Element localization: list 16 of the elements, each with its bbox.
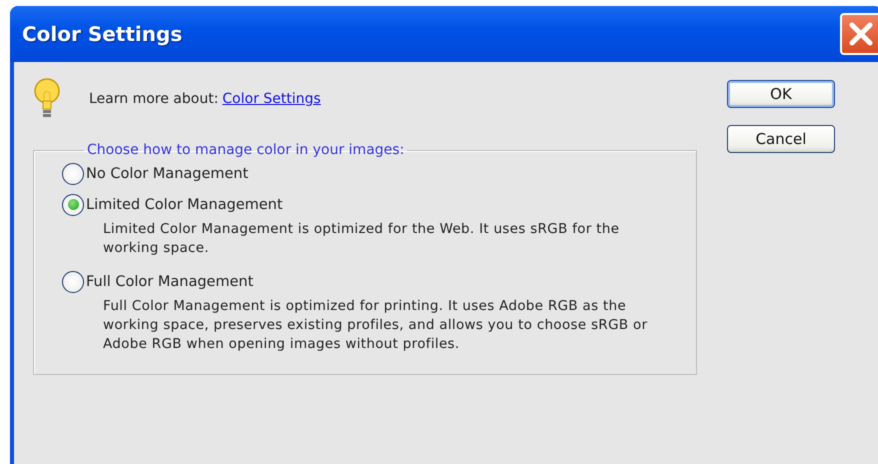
option-description: Limited Color Management is optimized for the Web. It uses sRGB for the working space. — [103, 220, 620, 258]
close-button[interactable] — [840, 13, 878, 55]
option-label: No Color Management — [86, 166, 248, 182]
ok-button[interactable]: OK — [727, 80, 835, 108]
learn-more-text: Learn more about: Color Settings — [89, 91, 321, 107]
option-description: Full Color Management is optimized for printing. It uses Adobe RGB as the working space, preserves existing profiles, and allows you to choose sRGB or Adobe RGB when opening images without profiles. — [103, 297, 648, 354]
radio-button[interactable] — [62, 270, 84, 292]
color-settings-link[interactable]: Color Settings — [222, 91, 321, 107]
option-label: Limited Color Management — [86, 196, 283, 212]
radio-button[interactable] — [62, 162, 84, 184]
option-label: Full Color Management — [86, 274, 254, 290]
window-title: Color Settings — [21, 22, 182, 46]
group-legend: Choose how to manage color in your images: — [84, 142, 408, 158]
close-icon — [848, 21, 874, 47]
radio-button[interactable] — [62, 194, 84, 216]
cancel-button[interactable]: Cancel — [727, 125, 835, 153]
